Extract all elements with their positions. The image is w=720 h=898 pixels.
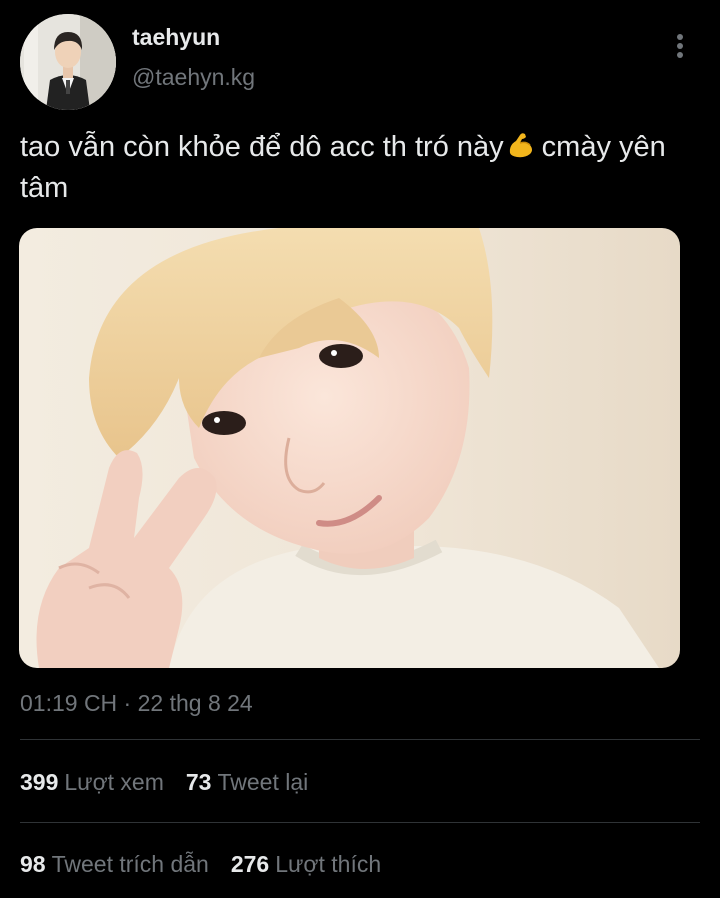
vertical-ellipsis-icon [677,34,683,58]
tweet-photo-image [19,228,680,668]
likes-stat[interactable]: 276 Lượt thích [231,851,381,878]
avatar[interactable] [20,14,116,110]
stats-row-1: 399 Lượt xem 73 Tweet lại [20,769,308,796]
divider [20,739,700,740]
views-stat[interactable]: 399 Lượt xem [20,769,164,796]
tweet-text-part-1: tao vẫn còn khỏe để dô acc th tró này [20,131,504,163]
retweets-stat[interactable]: 73 Tweet lại [186,769,308,796]
views-count: 399 [20,769,59,795]
tweet-photo[interactable] [19,228,680,668]
quotes-label: Tweet trích dẫn [51,851,209,877]
likes-count: 276 [230,851,270,877]
flexed-biceps-icon [506,131,536,169]
quotes-count: 98 [20,851,46,877]
user-handle[interactable]: @taehyn.kg [132,64,255,91]
tweet-detail: taehyun @taehyn.kg tao vẫn còn khỏe để d… [0,0,720,898]
tweet-text: tao vẫn còn khỏe để dô acc th tró này cm… [20,128,710,207]
retweets-count: 73 [185,769,212,795]
retweets-label: Tweet lại [217,769,309,795]
quotes-stat[interactable]: 98 Tweet trích dẫn [20,851,209,878]
display-name[interactable]: taehyun [132,24,220,51]
tweet-timestamp[interactable]: 01:19 CH · 22 thg 8 24 [20,690,253,717]
more-options-button[interactable] [664,28,696,64]
stats-row-2: 98 Tweet trích dẫn 276 Lượt thích [20,851,381,878]
views-label: Lượt xem [64,769,164,795]
likes-label: Lượt thích [275,851,382,877]
divider [20,822,700,823]
avatar-photo [20,14,116,110]
